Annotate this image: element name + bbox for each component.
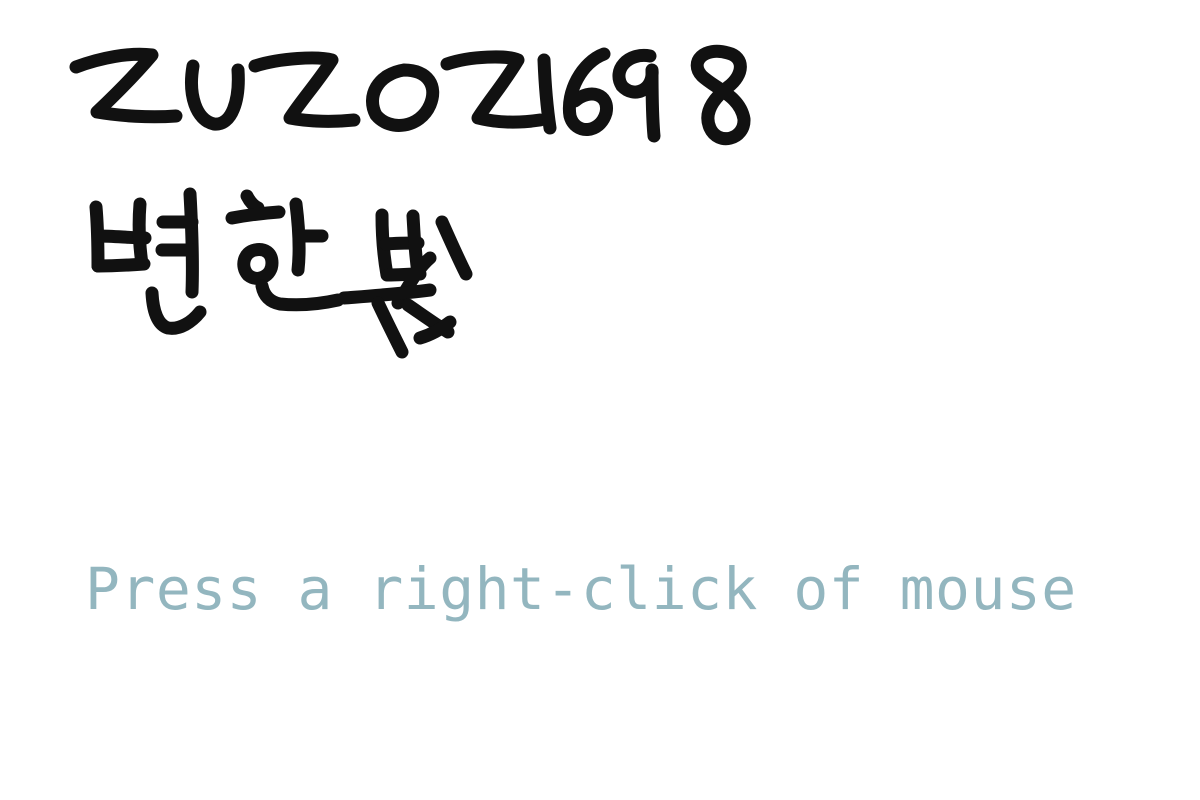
glyph-stroke [183,187,199,299]
glyph-stroke [225,205,286,225]
digit-stroke [612,48,661,143]
digit-stroke [562,47,613,136]
glyph-stroke [337,283,437,305]
digit-stroke [690,44,751,146]
glyph-stroke [435,215,473,281]
digit-stroke [248,51,361,128]
drawing-canvas[interactable]: Press a right-click of mouse [0,0,1200,800]
glyph-stroke [132,197,149,271]
glyph-stroke [237,243,279,285]
handwriting-strokes [69,44,751,359]
glyph-stroke [240,189,265,215]
digit-stroke [440,50,547,129]
glyph-stroke [371,296,409,359]
digit-stroke [185,59,245,131]
glyph-stroke [255,279,345,312]
digit-stroke [366,63,440,132]
handwritten-id-number [69,44,751,146]
right-click-hint: Press a right-click of mouse [85,555,1077,623]
digit-stroke [69,47,183,124]
handwritten-name [89,187,473,359]
glyph-stroke [91,257,151,273]
digit-stroke [537,53,557,135]
